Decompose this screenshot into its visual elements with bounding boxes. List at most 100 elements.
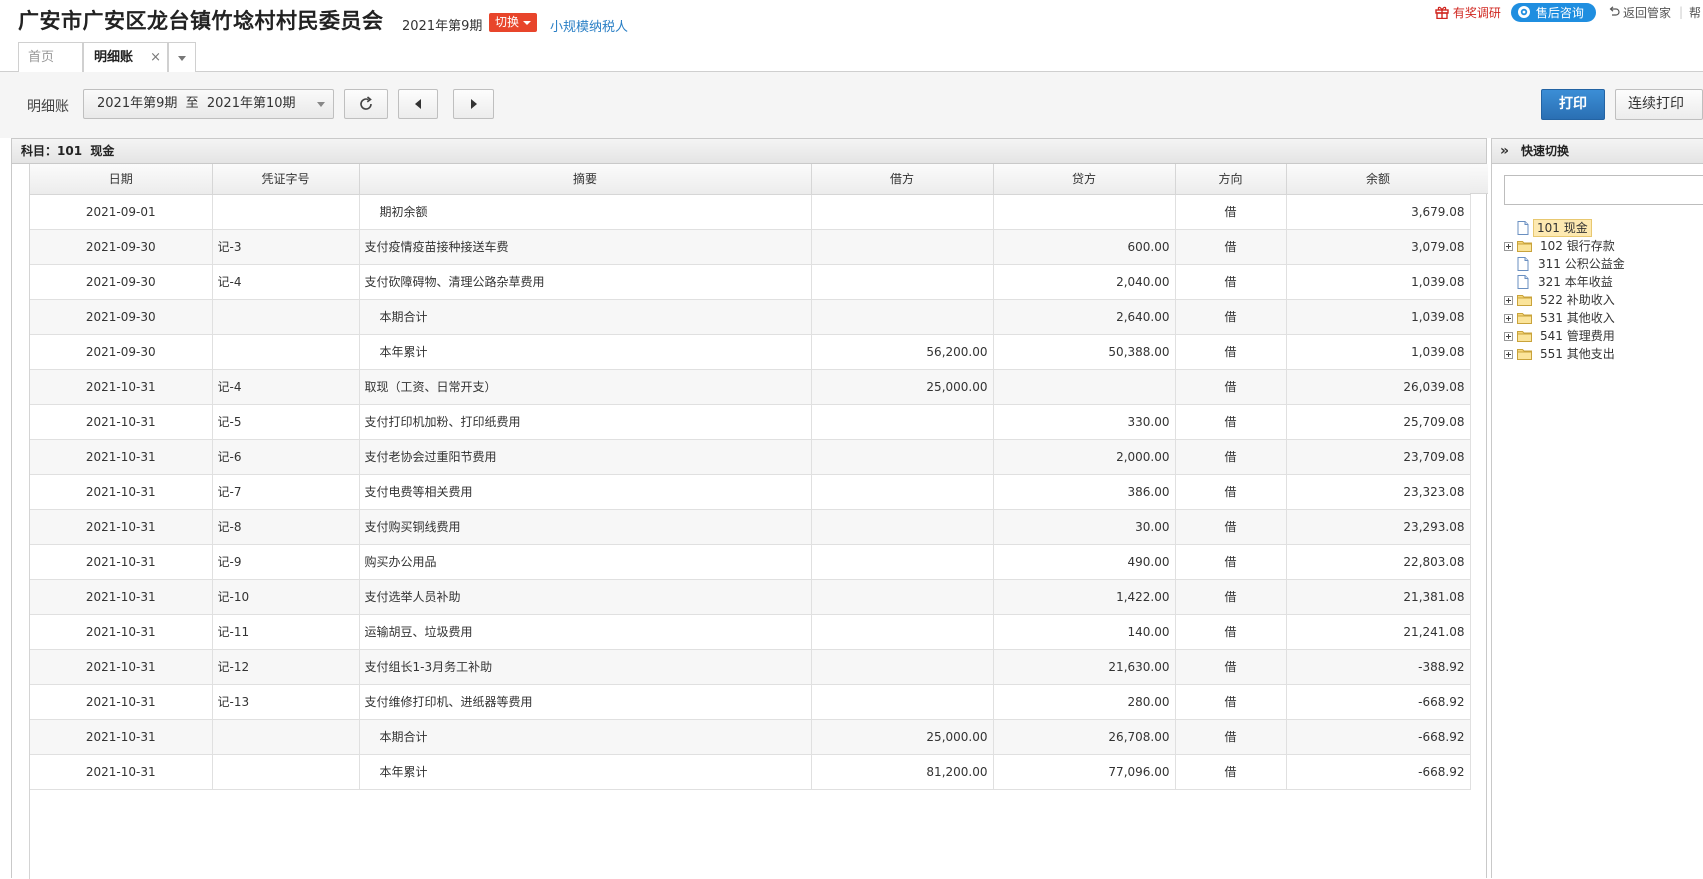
cell-voucher[interactable]: 记-13 <box>212 684 360 720</box>
cell-voucher[interactable]: 记-4 <box>212 369 360 405</box>
cell-balance: 23,709.08 <box>1286 439 1471 475</box>
tree-item[interactable]: 102 银行存款 <box>1504 237 1703 255</box>
table-row[interactable]: 2021-10-31 记-10 支付选举人员补助 1,422.00 借 21,381.08 <box>30 579 1471 615</box>
expand-plus-icon[interactable] <box>1504 241 1513 251</box>
cell-voucher[interactable] <box>212 754 360 790</box>
table-row[interactable]: 2021-09-30 记-3 支付疫情疫苗接种接送车费 600.00 借 3,079.08 <box>30 229 1471 265</box>
cell-voucher[interactable] <box>212 194 360 230</box>
table-row[interactable]: 2021-09-30 记-4 支付砍障碍物、清理公路杂草费用 2,040.00 借 1,0… <box>30 264 1471 300</box>
cell-voucher[interactable]: 记-12 <box>212 649 360 685</box>
table-row[interactable]: 2021-10-31 本年累计 81,200.00 77,096.00 借 -668.92 <box>30 754 1471 790</box>
tree-item-label: 531 其他收入 <box>1540 311 1615 325</box>
cell-voucher[interactable]: 记-3 <box>212 229 360 265</box>
table-row[interactable]: 2021-10-31 记-7 支付电费等相关费用 386.00 借 23,323.08 <box>30 474 1471 510</box>
survey-link[interactable]: 有奖调研 <box>1435 4 1501 21</box>
table-row[interactable]: 2021-10-31 记-9 购买办公用品 490.00 借 22,803.08 <box>30 544 1471 580</box>
tree-item-label: 102 银行存款 <box>1540 239 1615 253</box>
table-row[interactable]: 2021-10-31 记-6 支付老协会过重阳节费用 2,000.00 借 23,709.… <box>30 439 1471 475</box>
cell-direction: 借 <box>1175 229 1287 265</box>
cell-voucher[interactable]: 记-9 <box>212 544 360 580</box>
taxpayer-type-link[interactable]: 小规模纳税人 <box>550 16 628 35</box>
help-link[interactable]: 帮 <box>1689 4 1703 21</box>
cell-balance: -668.92 <box>1286 719 1471 755</box>
table-row[interactable]: 2021-10-31 记-13 支付维修打印机、进纸器等费用 280.00 借 -668.… <box>30 684 1471 720</box>
cell-credit: 77,096.00 <box>993 754 1176 790</box>
cell-voucher[interactable]: 记-7 <box>212 474 360 510</box>
previous-period-button[interactable] <box>398 89 438 119</box>
table-row[interactable]: 2021-10-31 记-8 支付购买铜线费用 30.00 借 23,293.08 <box>30 509 1471 545</box>
back-to-manager-link[interactable]: 返回管家 <box>1608 4 1671 21</box>
cell-voucher[interactable]: 记-4 <box>212 264 360 300</box>
tree-item[interactable]: 101 现金 <box>1504 219 1703 237</box>
col-header-date[interactable]: 日期 <box>30 164 213 195</box>
expand-plus-icon[interactable] <box>1504 331 1513 341</box>
tree-item-label: 541 管理费用 <box>1540 329 1615 343</box>
cell-date: 2021-09-30 <box>30 334 213 370</box>
cell-voucher[interactable]: 记-11 <box>212 614 360 650</box>
table-row[interactable]: 2021-10-31 记-11 运输胡豆、垃圾费用 140.00 借 21,241.08 <box>30 614 1471 650</box>
cell-summary: 支付组长1-3月务工补助 <box>359 649 812 685</box>
current-period: 2021年第9期 <box>402 19 483 34</box>
refresh-button[interactable] <box>344 89 388 119</box>
col-header-voucher[interactable]: 凭证字号 <box>212 164 360 195</box>
tree-item[interactable]: 531 其他收入 <box>1504 309 1703 327</box>
cell-voucher[interactable]: 记-8 <box>212 509 360 545</box>
tab-home[interactable]: 首页 <box>18 42 83 73</box>
col-header-debit[interactable]: 借方 <box>811 164 994 195</box>
tree-item[interactable]: 522 补助收入 <box>1504 291 1703 309</box>
table-row[interactable]: 2021-10-31 记-5 支付打印机加粉、打印纸费用 330.00 借 25,709.… <box>30 404 1471 440</box>
table-row[interactable]: 2021-09-30 本期合计 2,640.00 借 1,039.08 <box>30 299 1471 335</box>
next-period-button[interactable] <box>453 89 494 119</box>
close-icon[interactable]: × <box>150 43 161 73</box>
tree-item[interactable]: 541 管理费用 <box>1504 327 1703 345</box>
table-row[interactable]: 2021-09-01 期初余额 借 3,679.08 <box>30 194 1471 230</box>
cell-debit <box>811 509 994 545</box>
cell-balance: 1,039.08 <box>1286 299 1471 335</box>
table-row[interactable]: 2021-10-31 记-4 取现（工资、日常开支） 25,000.00 借 26,039… <box>30 369 1471 405</box>
expand-plus-icon[interactable] <box>1504 349 1513 359</box>
cell-voucher[interactable]: 记-6 <box>212 439 360 475</box>
after-sales-consult-button[interactable]: 售后咨询 <box>1510 2 1596 22</box>
table-row[interactable]: 2021-09-30 本年累计 56,200.00 50,388.00 借 1,039.0… <box>30 334 1471 370</box>
col-header-credit[interactable]: 贷方 <box>993 164 1176 195</box>
cell-credit: 30.00 <box>993 509 1176 545</box>
expand-plus-icon[interactable] <box>1504 313 1513 323</box>
tab-detail-ledger[interactable]: 明细账 × <box>83 42 168 74</box>
cell-date: 2021-09-30 <box>30 229 213 265</box>
period-range-value: 2021年第9期 至 2021年第10期 <box>97 96 296 111</box>
quick-switch-header: » 快速切换 <box>1492 139 1703 164</box>
col-header-summary[interactable]: 摘要 <box>359 164 812 195</box>
cell-voucher[interactable]: 记-5 <box>212 404 360 440</box>
collapse-double-chevron-icon[interactable]: » <box>1500 139 1509 163</box>
tree-item[interactable]: 321 本年收益 <box>1504 273 1703 291</box>
cell-summary: 支付砍障碍物、清理公路杂草费用 <box>359 264 812 300</box>
cell-debit <box>811 474 994 510</box>
cell-voucher[interactable] <box>212 719 360 755</box>
cell-credit: 330.00 <box>993 404 1176 440</box>
consult-label: 售后咨询 <box>1535 5 1584 20</box>
cell-voucher[interactable] <box>212 299 360 335</box>
table-row[interactable]: 2021-10-31 记-12 支付组长1-3月务工补助 21,630.00 借 -388… <box>30 649 1471 685</box>
cell-voucher[interactable]: 记-10 <box>212 579 360 615</box>
tab-dropdown-button[interactable] <box>168 42 196 73</box>
cell-date: 2021-10-31 <box>30 719 213 755</box>
switch-period-button[interactable]: 切换 <box>489 13 538 32</box>
tree-item[interactable]: 551 其他支出 <box>1504 345 1703 363</box>
header-separator: | <box>1678 5 1683 19</box>
period-range-select[interactable]: 2021年第9期 至 2021年第10期 <box>83 89 334 119</box>
cell-summary: 支付选举人员补助 <box>359 579 812 615</box>
cell-credit: 26,708.00 <box>993 719 1176 755</box>
col-header-balance[interactable]: 余额 <box>1286 164 1471 195</box>
print-button[interactable]: 打印 <box>1541 89 1605 120</box>
tab-detail-label: 明细账 <box>94 50 134 65</box>
col-header-direction[interactable]: 方向 <box>1175 164 1287 195</box>
cell-voucher[interactable] <box>212 334 360 370</box>
tree-item[interactable]: 311 公积公益金 <box>1504 255 1703 273</box>
expand-plus-icon[interactable] <box>1504 295 1513 305</box>
continuous-print-button[interactable]: 连续打印 <box>1615 89 1703 120</box>
account-search-input[interactable] <box>1504 175 1703 205</box>
cell-credit: 21,630.00 <box>993 649 1176 685</box>
cell-credit: 2,000.00 <box>993 439 1176 475</box>
table-row[interactable]: 2021-10-31 本期合计 25,000.00 26,708.00 借 -668.92 <box>30 719 1471 755</box>
cell-summary: 支付疫情疫苗接种接送车费 <box>359 229 812 265</box>
